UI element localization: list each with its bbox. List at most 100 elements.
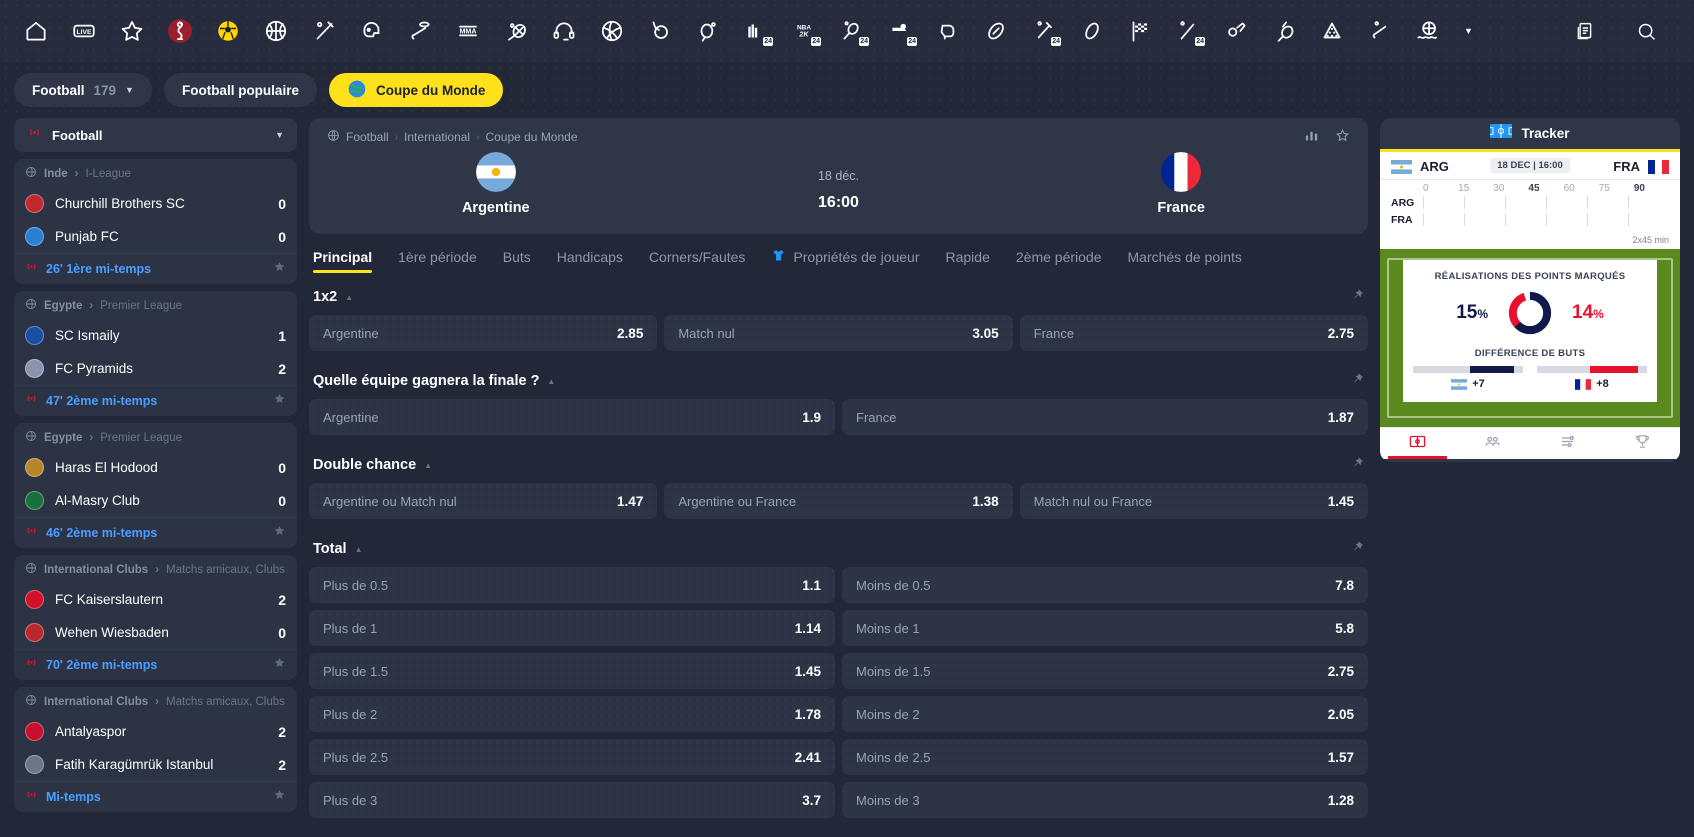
market-header[interactable]: 1x2 ▲ (309, 274, 1368, 315)
world-cup-trophy-icon[interactable] (158, 8, 202, 54)
tab-rapide[interactable]: Rapide (946, 249, 990, 273)
tab-2-me-p-riode[interactable]: 2ème période (1016, 249, 1102, 273)
ehockey-24-icon[interactable]: 24 (878, 8, 922, 54)
home-team-block[interactable]: Argentine (327, 152, 665, 216)
odd-button[interactable]: Moins de 3 1.28 (842, 782, 1368, 818)
badminton-icon[interactable] (1262, 8, 1306, 54)
water-polo-icon[interactable] (1406, 8, 1450, 54)
cricket-bat-24-icon[interactable]: 24 (1166, 8, 1210, 54)
favorite-star-icon[interactable] (1335, 128, 1350, 146)
odd-button[interactable]: Moins de 1.5 2.75 (842, 653, 1368, 689)
football-icon[interactable] (206, 8, 250, 54)
fifa-24-icon[interactable]: 24 (734, 8, 778, 54)
breadcrumb-item-0[interactable]: Football (346, 130, 389, 144)
chip-football-populaire[interactable]: Football populaire (163, 73, 317, 107)
tracker-tab-trophy[interactable] (1605, 428, 1680, 459)
home-icon[interactable] (14, 8, 58, 54)
odd-button[interactable]: Plus de 2.5 2.41 (309, 739, 835, 775)
tab-propri-t-s-de-joueur[interactable]: Propriétés de joueur (771, 248, 920, 274)
live-icon[interactable]: LIVE (62, 8, 106, 54)
favorite-star-icon[interactable] (273, 656, 286, 674)
statistics-icon[interactable] (1304, 128, 1319, 146)
pin-icon[interactable] (1351, 288, 1364, 306)
odd-button[interactable]: Moins de 0.5 7.8 (842, 567, 1368, 603)
odd-button[interactable]: Argentine ou France 1.38 (664, 483, 1013, 519)
odd-button[interactable]: Argentine ou Match nul 1.47 (309, 483, 658, 519)
chevron-down-icon[interactable]: ▼ (275, 130, 284, 140)
table-tennis-icon[interactable] (686, 8, 730, 54)
cricket-24-icon[interactable]: 24 (1022, 8, 1066, 54)
motorsport-flag-icon[interactable] (1118, 8, 1162, 54)
aussie-rules-icon[interactable] (1070, 8, 1114, 54)
tab-corners-fautes[interactable]: Corners/Fautes (649, 249, 745, 273)
volleyball-icon[interactable] (590, 8, 634, 54)
chevron-up-icon[interactable]: ▲ (547, 377, 555, 386)
pin-icon[interactable] (1351, 540, 1364, 558)
tracker-tab-pitch[interactable] (1380, 428, 1455, 459)
market-header[interactable]: Quelle équipe gagnera la finale ? ▲ (309, 358, 1368, 399)
futsal-icon[interactable] (1214, 8, 1258, 54)
tennis-racket-icon[interactable] (494, 8, 538, 54)
tab-march-s-de-points[interactable]: Marchés de points (1128, 249, 1242, 273)
ice-hockey-icon[interactable] (398, 8, 442, 54)
chevron-up-icon[interactable]: ▲ (424, 461, 432, 470)
sidebar-match-card[interactable]: Egypte › Premier League Haras El Hodood … (14, 423, 297, 548)
tab-buts[interactable]: Buts (503, 249, 531, 273)
favorite-star-icon[interactable] (273, 260, 286, 278)
chevron-down-icon[interactable]: ▼ (125, 85, 134, 95)
rugby-icon[interactable] (974, 8, 1018, 54)
esports-headset-icon[interactable] (542, 8, 586, 54)
search-icon[interactable] (1624, 8, 1668, 54)
odd-button[interactable]: Match nul ou France 1.45 (1019, 483, 1368, 519)
star-icon[interactable] (110, 8, 154, 54)
tab-handicaps[interactable]: Handicaps (557, 249, 623, 273)
odd-button[interactable]: Plus de 1.5 1.45 (309, 653, 835, 689)
sidebar-match-card[interactable]: International Clubs › Matchs amicaux, Cl… (14, 555, 297, 680)
american-football-helmet-icon[interactable] (350, 8, 394, 54)
pin-icon[interactable] (1351, 456, 1364, 474)
nba-2k24-icon[interactable]: NBA 2K 24 (782, 8, 826, 54)
sidebar-match-card[interactable]: Inde › I-League Churchill Brothers SC 0 … (14, 159, 297, 284)
sidebar-match-card[interactable]: Egypte › Premier League SC Ismaily 1 FC … (14, 291, 297, 416)
odd-button[interactable]: Moins de 2 2.05 (842, 696, 1368, 732)
odd-button[interactable]: Plus de 1 1.14 (309, 610, 835, 646)
chevron-up-icon[interactable]: ▲ (345, 293, 353, 302)
handball-icon[interactable] (638, 8, 682, 54)
odd-button[interactable]: Plus de 2 1.78 (309, 696, 835, 732)
favorite-star-icon[interactable] (273, 524, 286, 542)
chevron-up-icon[interactable]: ▲ (355, 545, 363, 554)
tab-principal[interactable]: Principal (313, 249, 373, 273)
sidebar-match-card[interactable]: International Clubs › Matchs amicaux, Cl… (14, 687, 297, 812)
breadcrumb-item-1[interactable]: International (404, 130, 470, 144)
odd-button[interactable]: France 1.87 (842, 399, 1368, 435)
favorite-star-icon[interactable] (273, 788, 286, 806)
odd-button[interactable]: Plus de 0.5 1.1 (309, 567, 835, 603)
basketball-icon[interactable] (254, 8, 298, 54)
odd-button[interactable]: Argentine 2.85 (309, 315, 658, 351)
chip-football[interactable]: Football 179 ▼ (14, 73, 152, 107)
snooker-icon[interactable] (1310, 8, 1354, 54)
nav-more-chevron-down-icon[interactable]: ▼ (1454, 26, 1483, 36)
breadcrumb-item-2[interactable]: Coupe du Monde (485, 130, 577, 144)
mma-icon[interactable]: MMA (446, 8, 490, 54)
odd-button[interactable]: Plus de 3 3.7 (309, 782, 835, 818)
odd-button[interactable]: Argentine 1.9 (309, 399, 835, 435)
market-header[interactable]: Double chance ▲ (309, 442, 1368, 483)
boxing-glove-icon[interactable] (926, 8, 970, 54)
tab-1-re-p-riode[interactable]: 1ère période (398, 249, 477, 273)
favorite-star-icon[interactable] (273, 392, 286, 410)
market-header[interactable]: Total ▲ (309, 526, 1368, 567)
baseball-icon[interactable] (302, 8, 346, 54)
betslip-icon[interactable] (1562, 8, 1606, 54)
floorball-icon[interactable] (1358, 8, 1402, 54)
sidebar-sport-header[interactable]: Football ▼ (14, 118, 297, 152)
odd-button[interactable]: France 2.75 (1019, 315, 1368, 351)
tracker-tab-lineups[interactable] (1455, 428, 1530, 459)
tracker-tab-stats-list[interactable] (1530, 428, 1605, 459)
away-team-block[interactable]: France (1012, 152, 1350, 216)
pin-icon[interactable] (1351, 372, 1364, 390)
odd-button[interactable]: Match nul 3.05 (664, 315, 1013, 351)
chip-coupe-du-monde[interactable]: Coupe du Monde (328, 73, 504, 107)
odd-button[interactable]: Moins de 1 5.8 (842, 610, 1368, 646)
odd-button[interactable]: Moins de 2.5 1.57 (842, 739, 1368, 775)
